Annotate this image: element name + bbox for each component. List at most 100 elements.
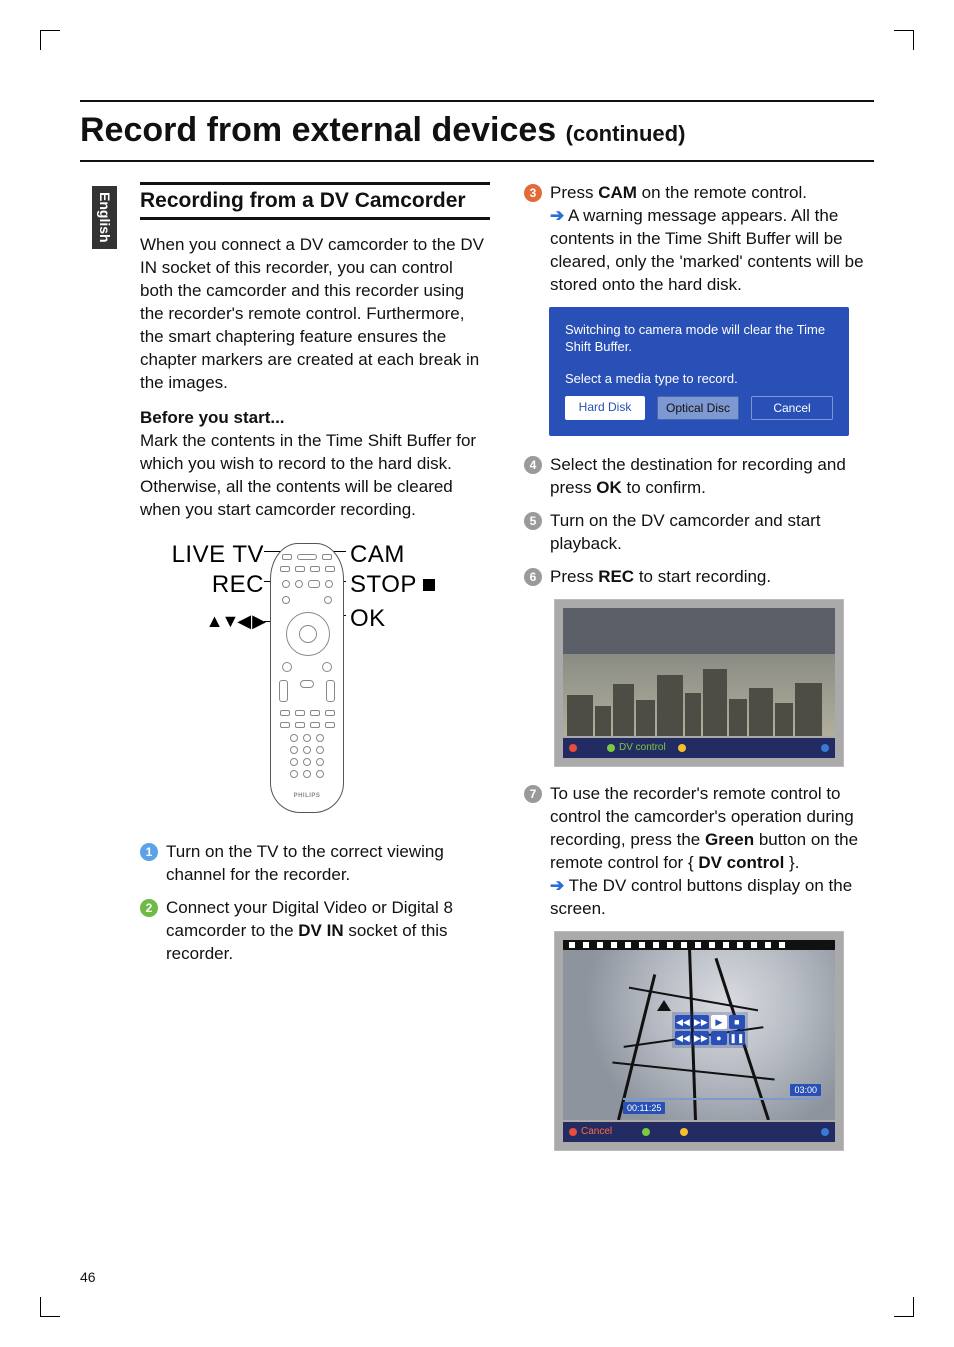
arrow-icon: ➔	[550, 876, 564, 895]
remote-row-4	[271, 596, 343, 604]
green-dot-icon	[607, 744, 615, 752]
badge-6: 6	[524, 568, 542, 586]
step-4-b: OK	[596, 478, 622, 497]
step-7-line: To use the recorder's remote control to …	[550, 784, 858, 872]
before-start-block: Before you start... Mark the contents in…	[140, 407, 490, 522]
before-start-heading: Before you start...	[140, 408, 285, 427]
step-4-text: Select the destination for recording and…	[550, 454, 874, 500]
remote-row-9	[271, 734, 343, 742]
step-7-e: }.	[784, 853, 799, 872]
page-number: 46	[80, 1268, 96, 1287]
remote-row-2	[271, 566, 343, 572]
callout-cam: CAM	[350, 539, 405, 571]
timecode-total: 03:00	[790, 1084, 821, 1096]
stop-icon	[423, 579, 435, 591]
step-3-a: Press	[550, 183, 598, 202]
step-1-text: Turn on the TV to the correct viewing ch…	[166, 841, 490, 887]
step-3-line: Press CAM on the remote control.	[550, 183, 807, 202]
hard-disk-button[interactable]: Hard Disk	[565, 396, 645, 420]
crop-mark	[40, 1297, 60, 1317]
remote-row-5	[271, 662, 343, 672]
buildings	[563, 662, 835, 736]
step-4-c: to confirm.	[622, 478, 706, 497]
dv-control-label: DV control	[619, 741, 666, 755]
next-button[interactable]: ▶▶	[693, 1031, 709, 1045]
step-7-result: ➔ The DV control buttons display on the …	[550, 875, 874, 921]
step-1: 1 Turn on the TV to the correct viewing …	[140, 841, 490, 887]
badge-4: 4	[524, 456, 542, 474]
progress-bar[interactable]	[623, 1098, 821, 1100]
page-title-text: Record from external devices	[80, 111, 556, 149]
dv-control-indicator: DV control	[607, 741, 666, 755]
step-3-c: on the remote control.	[637, 183, 807, 202]
badge-2: 2	[140, 899, 158, 917]
film-sprockets-top	[563, 940, 835, 950]
record-dot-icon	[569, 744, 577, 752]
status-bar-2: Cancel	[563, 1122, 835, 1142]
dialog-msg: Switching to camera mode will clear the …	[565, 321, 833, 356]
before-start-text: Mark the contents in the Time Shift Buff…	[140, 431, 476, 519]
callout-stop-text: STOP	[350, 571, 417, 598]
step-3-result: ➔ A warning message appears. All the con…	[550, 205, 874, 297]
callout-rec-text: REC	[212, 571, 264, 598]
remote-row-11	[271, 758, 343, 766]
step-2: 2 Connect your Digital Video or Digital …	[140, 897, 490, 966]
step-2-b: DV IN	[298, 921, 343, 940]
step-4: 4 Select the destination for recording a…	[524, 454, 874, 500]
remote-row-3	[271, 580, 343, 588]
callout-livetv: LIVE TV	[136, 539, 264, 571]
language-tab: English	[92, 186, 117, 249]
remote-brand: PHILIPS	[271, 792, 343, 800]
pause-button[interactable]: ❚❚	[729, 1031, 745, 1045]
badge-3: 3	[524, 184, 542, 202]
right-column: 3 Press CAM on the remote control. ➔ A w…	[524, 182, 874, 1167]
callout-nav: ▲▼◀ ▶	[136, 609, 264, 633]
step-5-text: Turn on the DV camcorder and start playb…	[550, 510, 874, 556]
red-dot-icon	[569, 1128, 577, 1136]
remote-row-7	[271, 710, 343, 716]
play-button[interactable]: ▶	[711, 1015, 727, 1029]
remote-row-6	[271, 680, 343, 702]
timecode-current: 00:11:25	[623, 1102, 665, 1114]
step-3-b: CAM	[598, 183, 637, 202]
dv-control-panel: ◀◀ ▶▶ ▶ ■ ◀◀ ▶▶ ● ❚❚	[672, 1012, 748, 1048]
callout-cam-text: CAM	[350, 541, 405, 568]
remote-row-12	[271, 770, 343, 778]
badge-5: 5	[524, 512, 542, 530]
step-6: 6 Press REC to start recording.	[524, 566, 874, 589]
media-type-dialog: Switching to camera mode will clear the …	[549, 307, 849, 437]
step-6-a: Press	[550, 567, 598, 586]
step-7-sub: The DV control buttons display on the sc…	[550, 876, 852, 918]
remote-row-10	[271, 746, 343, 754]
remote-diagram: LIVE TV REC ▲▼◀ ▶ CAM STOP OK	[140, 533, 490, 823]
badge-7: 7	[524, 785, 542, 803]
callout-nav-text: ▲▼◀ ▶	[206, 611, 264, 631]
record-button[interactable]: ●	[711, 1031, 727, 1045]
cancel-button[interactable]: Cancel	[751, 396, 833, 420]
step-2-text: Connect your Digital Video or Digital 8 …	[166, 897, 490, 966]
scene-city	[563, 608, 835, 736]
optical-disc-button[interactable]: Optical Disc	[657, 396, 739, 420]
scene-tower: ◀◀ ▶▶ ▶ ■ ◀◀ ▶▶ ● ❚❚ 00:11:25 03:00	[563, 940, 835, 1120]
rewind-button[interactable]: ◀◀	[675, 1015, 691, 1029]
step-7: 7 To use the recorder's remote control t…	[524, 783, 874, 921]
step-6-b: REC	[598, 567, 634, 586]
stop-button[interactable]: ■	[729, 1015, 745, 1029]
step-7-b: Green	[705, 830, 754, 849]
page-title: Record from external devices (continued)	[80, 100, 874, 162]
step-6-text: Press REC to start recording.	[550, 566, 874, 589]
blue-dot-icon	[821, 744, 829, 752]
callout-rec: REC	[136, 569, 264, 601]
fast-forward-button[interactable]: ▶▶	[693, 1015, 709, 1029]
callout-ok-text: OK	[350, 605, 386, 632]
step-7-d: DV control	[698, 853, 784, 872]
preview-cityscape: DV control	[554, 599, 844, 767]
remote-outline: PHILIPS	[270, 543, 344, 813]
page-title-continued: (continued)	[566, 121, 686, 146]
remote-row-1	[271, 554, 343, 560]
step-3-sub: A warning message appears. All the conte…	[550, 206, 864, 294]
prev-button[interactable]: ◀◀	[675, 1031, 691, 1045]
callout-livetv-text: LIVE TV	[172, 541, 264, 568]
dialog-buttons: Hard Disk Optical Disc Cancel	[565, 396, 833, 420]
yellow-dot-icon	[680, 1128, 688, 1136]
